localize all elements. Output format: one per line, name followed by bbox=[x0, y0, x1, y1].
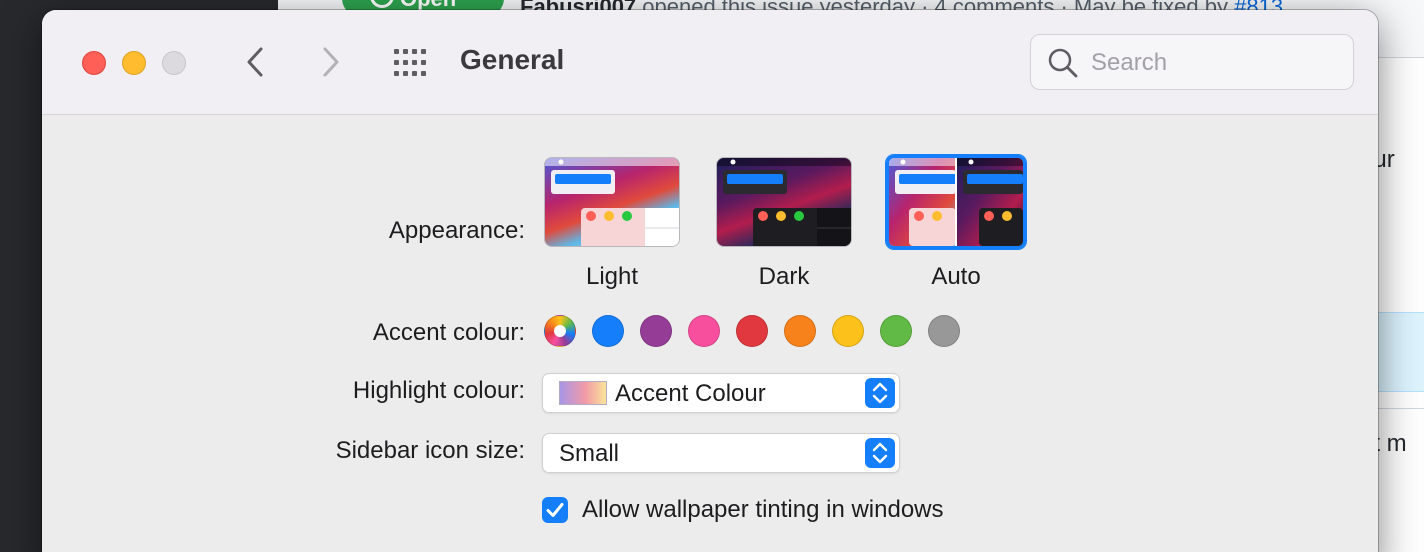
highlight-colour-swatch bbox=[559, 381, 607, 405]
checkmark-icon bbox=[546, 503, 564, 517]
accent-green-swatch[interactable] bbox=[880, 315, 912, 347]
accent-red-swatch[interactable] bbox=[736, 315, 768, 347]
accent-multicolour-swatch[interactable] bbox=[544, 315, 576, 347]
sidebar-icon-size-popup[interactable]: Small bbox=[542, 433, 900, 473]
window-toolbar: General bbox=[42, 10, 1378, 115]
search-field[interactable] bbox=[1030, 34, 1354, 90]
show-all-button[interactable] bbox=[392, 48, 432, 78]
appearance-label: Appearance: bbox=[388, 217, 525, 244]
accent-graphite-swatch[interactable] bbox=[928, 315, 960, 347]
appearance-dark-label: Dark bbox=[758, 263, 810, 290]
background-highlight-row bbox=[1378, 312, 1424, 392]
popup-stepper-button[interactable] bbox=[865, 378, 895, 408]
selected-indicator bbox=[554, 325, 566, 337]
highlight-colour-value: Accent Colour bbox=[615, 380, 766, 407]
zoom-window-button[interactable] bbox=[162, 51, 186, 75]
popup-stepper-button[interactable] bbox=[865, 438, 895, 468]
accent-colour-label: Accent colour: bbox=[372, 319, 525, 346]
accent-yellow-swatch[interactable] bbox=[832, 315, 864, 347]
accent-orange-swatch[interactable] bbox=[784, 315, 816, 347]
accent-blue-swatch[interactable] bbox=[592, 315, 624, 347]
general-preferences-window: General Appearance: Light bbox=[42, 10, 1378, 552]
dark-appearance-preview bbox=[717, 158, 851, 246]
accent-purple-swatch[interactable] bbox=[640, 315, 672, 347]
wallpaper-tinting-checkbox[interactable] bbox=[542, 497, 568, 523]
appearance-auto-option[interactable] bbox=[886, 155, 1026, 249]
background-divider bbox=[1378, 408, 1424, 409]
forward-button[interactable] bbox=[316, 44, 346, 80]
up-down-chevron-icon bbox=[872, 382, 888, 404]
minimize-window-button[interactable] bbox=[122, 51, 146, 75]
sidebar-icon-size-value: Small bbox=[559, 440, 620, 467]
back-button[interactable] bbox=[240, 44, 270, 80]
highlight-colour-popup[interactable]: Accent Colour bbox=[542, 373, 900, 413]
sidebar-icon-size-label: Sidebar icon size: bbox=[335, 437, 525, 464]
search-input[interactable] bbox=[1091, 47, 1341, 79]
pane-title: General bbox=[460, 44, 565, 75]
appearance-light-option[interactable] bbox=[544, 157, 680, 247]
chevron-right-icon bbox=[323, 47, 339, 77]
close-window-button[interactable] bbox=[82, 51, 106, 75]
search-icon bbox=[1048, 48, 1078, 78]
light-appearance-preview bbox=[545, 158, 679, 246]
appearance-light-label: Light bbox=[585, 263, 639, 290]
wallpaper-tinting-label[interactable]: Allow wallpaper tinting in windows bbox=[582, 496, 944, 524]
appearance-dark-option[interactable] bbox=[716, 157, 852, 247]
auto-appearance-preview bbox=[889, 158, 1023, 246]
general-pane-content: Appearance: Light Dark Auto Accent colou… bbox=[42, 115, 1378, 552]
accent-pink-swatch[interactable] bbox=[688, 315, 720, 347]
grid-icon bbox=[394, 49, 426, 76]
open-issue-icon bbox=[370, 0, 394, 8]
up-down-chevron-icon bbox=[872, 442, 888, 464]
highlight-colour-label: Highlight colour: bbox=[352, 377, 525, 404]
chevron-left-icon bbox=[247, 47, 263, 77]
appearance-auto-label: Auto bbox=[931, 263, 981, 290]
